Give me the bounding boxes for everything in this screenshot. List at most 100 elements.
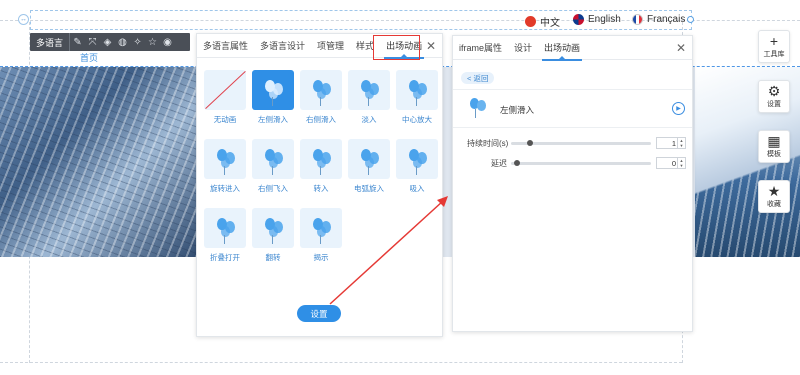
animation-panel: 多语言属性 多语言设计 项管理 样式 出场动画 ✕ 无动画 左侧滑入 右侧滑入 淡入中… xyxy=(196,33,443,337)
animation-option-label: 右侧飞入 xyxy=(258,184,288,193)
delay-value: 0 xyxy=(671,158,676,168)
animation-option-label: 折叠打开 xyxy=(210,253,240,262)
duration-value: 1 xyxy=(671,138,676,148)
current-animation-label: 左侧滑入 xyxy=(500,105,535,115)
no-animation-icon xyxy=(204,70,246,110)
animation-option-label: 淡入 xyxy=(361,115,377,124)
duration-slider[interactable] xyxy=(511,140,651,146)
animation-option[interactable]: 淡入 xyxy=(348,70,390,125)
animation-option[interactable]: 电弧旋入 xyxy=(348,139,390,194)
lang-label: 中文 xyxy=(540,18,560,29)
gear-icon: ⚙ xyxy=(767,83,781,99)
side-tool-label: 工具库 xyxy=(763,51,785,58)
balloon-animation-icon xyxy=(396,139,438,179)
expand-icon[interactable]: ⤧ xyxy=(85,33,100,51)
tab-lang-props[interactable]: 多语言属性 xyxy=(197,34,254,58)
plus-icon: + xyxy=(769,33,779,49)
eye-icon[interactable]: ◉ xyxy=(160,33,175,51)
animation-option-label: 揭示 xyxy=(313,253,329,262)
balloon-animation-icon xyxy=(300,208,342,248)
animation-option[interactable]: 右侧滑入 xyxy=(300,70,342,125)
animation-option[interactable]: 左侧滑入 xyxy=(252,70,294,125)
side-tool-button[interactable]: ★ 收藏 xyxy=(758,180,790,213)
iframe-animation-panel: iframe属性 设计 出场动画 ✕ < 返回 左侧滑入 ▶ 持续时间(s) 1… xyxy=(452,35,693,332)
balloon-animation-icon xyxy=(252,70,294,110)
animation-option[interactable]: 无动画 xyxy=(204,70,246,125)
lang-option-fr[interactable]: Français xyxy=(632,14,685,25)
animation-option[interactable]: 揭示 xyxy=(300,208,342,263)
animation-option[interactable]: 吸入 xyxy=(396,139,438,194)
side-tool-label: 模板 xyxy=(767,151,781,158)
duration-stepper[interactable]: 1 ▲ ▼ xyxy=(656,137,686,149)
guide-line xyxy=(0,362,682,363)
tab-lang-design[interactable]: 多语言设计 xyxy=(254,34,311,58)
palette-icon[interactable]: ◍ xyxy=(115,33,130,51)
lang-label: Français xyxy=(647,14,686,25)
animation-option[interactable]: 旋转进入 xyxy=(204,139,246,194)
animation-option-label: 右侧滑入 xyxy=(306,115,336,124)
magic-wand-icon[interactable]: ✧ xyxy=(130,33,145,51)
balloon-animation-icon xyxy=(204,139,246,179)
editor-canvas: ↔ 中文 English Français 多语言 ✎ ⤧ ◈ ◍ ✧ ☆ ◉ … xyxy=(0,0,800,375)
delay-slider[interactable] xyxy=(511,160,651,166)
building-image-left xyxy=(0,67,200,257)
side-tool-button[interactable]: ▦ 模板 xyxy=(758,130,790,163)
annotation-highlight-box xyxy=(373,35,420,60)
resize-handle-icon[interactable]: ↔ xyxy=(18,14,29,25)
animation-option-label: 转入 xyxy=(313,184,329,193)
stepper-arrows-icon[interactable]: ▲ ▼ xyxy=(677,138,685,148)
panel-tabs: iframe属性 设计 出场动画 ✕ xyxy=(453,36,692,61)
settings-button[interactable]: 设置 xyxy=(297,305,341,322)
tab-item-manage[interactable]: 项管理 xyxy=(311,34,350,58)
divider xyxy=(453,89,692,90)
side-tool-button[interactable]: + 工具库 xyxy=(758,30,790,63)
animation-option-label: 电弧旋入 xyxy=(354,184,384,193)
layers-icon[interactable]: ◈ xyxy=(100,33,115,51)
play-preview-icon[interactable]: ▶ xyxy=(672,102,685,115)
balloon-animation-icon xyxy=(300,70,342,110)
uk-flag-icon xyxy=(573,14,584,25)
china-flag-icon xyxy=(525,16,536,27)
animation-option-label: 吸入 xyxy=(409,184,425,193)
language-bar[interactable]: 中文 English Français xyxy=(30,10,694,30)
tab-entrance-animation[interactable]: 出场动画 xyxy=(538,36,586,61)
animation-option[interactable]: 折叠打开 xyxy=(204,208,246,263)
animation-option-label: 翻转 xyxy=(265,253,281,262)
element-toolbar: 多语言 ✎ ⤧ ◈ ◍ ✧ ☆ ◉ xyxy=(30,33,190,51)
animation-option[interactable]: 转入 xyxy=(300,139,342,194)
tab-iframe-props[interactable]: iframe属性 xyxy=(453,36,508,60)
lang-option-en[interactable]: English xyxy=(573,14,621,25)
delay-stepper[interactable]: 0 ▲ ▼ xyxy=(656,157,686,169)
resize-handle-icon[interactable] xyxy=(687,16,694,23)
tab-design[interactable]: 设计 xyxy=(508,36,538,60)
france-flag-icon xyxy=(632,14,643,25)
divider xyxy=(453,127,692,128)
balloon-animation-icon xyxy=(204,208,246,248)
star-icon[interactable]: ☆ xyxy=(145,33,160,51)
slider-handle[interactable] xyxy=(513,160,520,166)
balloon-animation-icon xyxy=(252,139,294,179)
animation-option[interactable]: 翻转 xyxy=(252,208,294,263)
animation-option[interactable]: 中心放大 xyxy=(396,70,438,125)
slider-handle[interactable] xyxy=(527,140,534,146)
side-tool-button[interactable]: ⚙ 设置 xyxy=(758,80,790,113)
close-icon[interactable]: ✕ xyxy=(676,41,686,55)
balloon-animation-icon xyxy=(467,96,493,120)
side-tool-label: 收藏 xyxy=(767,201,781,208)
toolbar-label: 多语言 xyxy=(30,33,71,51)
balloon-animation-icon xyxy=(396,70,438,110)
delay-label: 延迟 xyxy=(491,159,507,168)
animation-grid: 无动画 左侧滑入 右侧滑入 淡入 中心放大旋转进入 右侧飞入 转入 电弧旋入 吸入折叠打开 翻转 揭… xyxy=(204,70,439,263)
stepper-arrows-icon[interactable]: ▲ ▼ xyxy=(677,158,685,168)
animation-option-label: 左侧滑入 xyxy=(258,115,288,124)
template-icon: ▦ xyxy=(767,133,781,149)
side-tool-label: 设置 xyxy=(767,101,781,108)
lang-option-zh[interactable]: 中文 xyxy=(525,14,560,29)
close-icon[interactable]: ✕ xyxy=(426,39,436,53)
duration-label: 持续时间(s) xyxy=(467,139,509,148)
animation-option[interactable]: 右侧飞入 xyxy=(252,139,294,194)
edit-icon[interactable]: ✎ xyxy=(70,33,85,51)
animation-option-label: 中心放大 xyxy=(402,115,432,124)
star-icon: ★ xyxy=(767,183,781,199)
back-button[interactable]: < 返回 xyxy=(461,72,495,84)
